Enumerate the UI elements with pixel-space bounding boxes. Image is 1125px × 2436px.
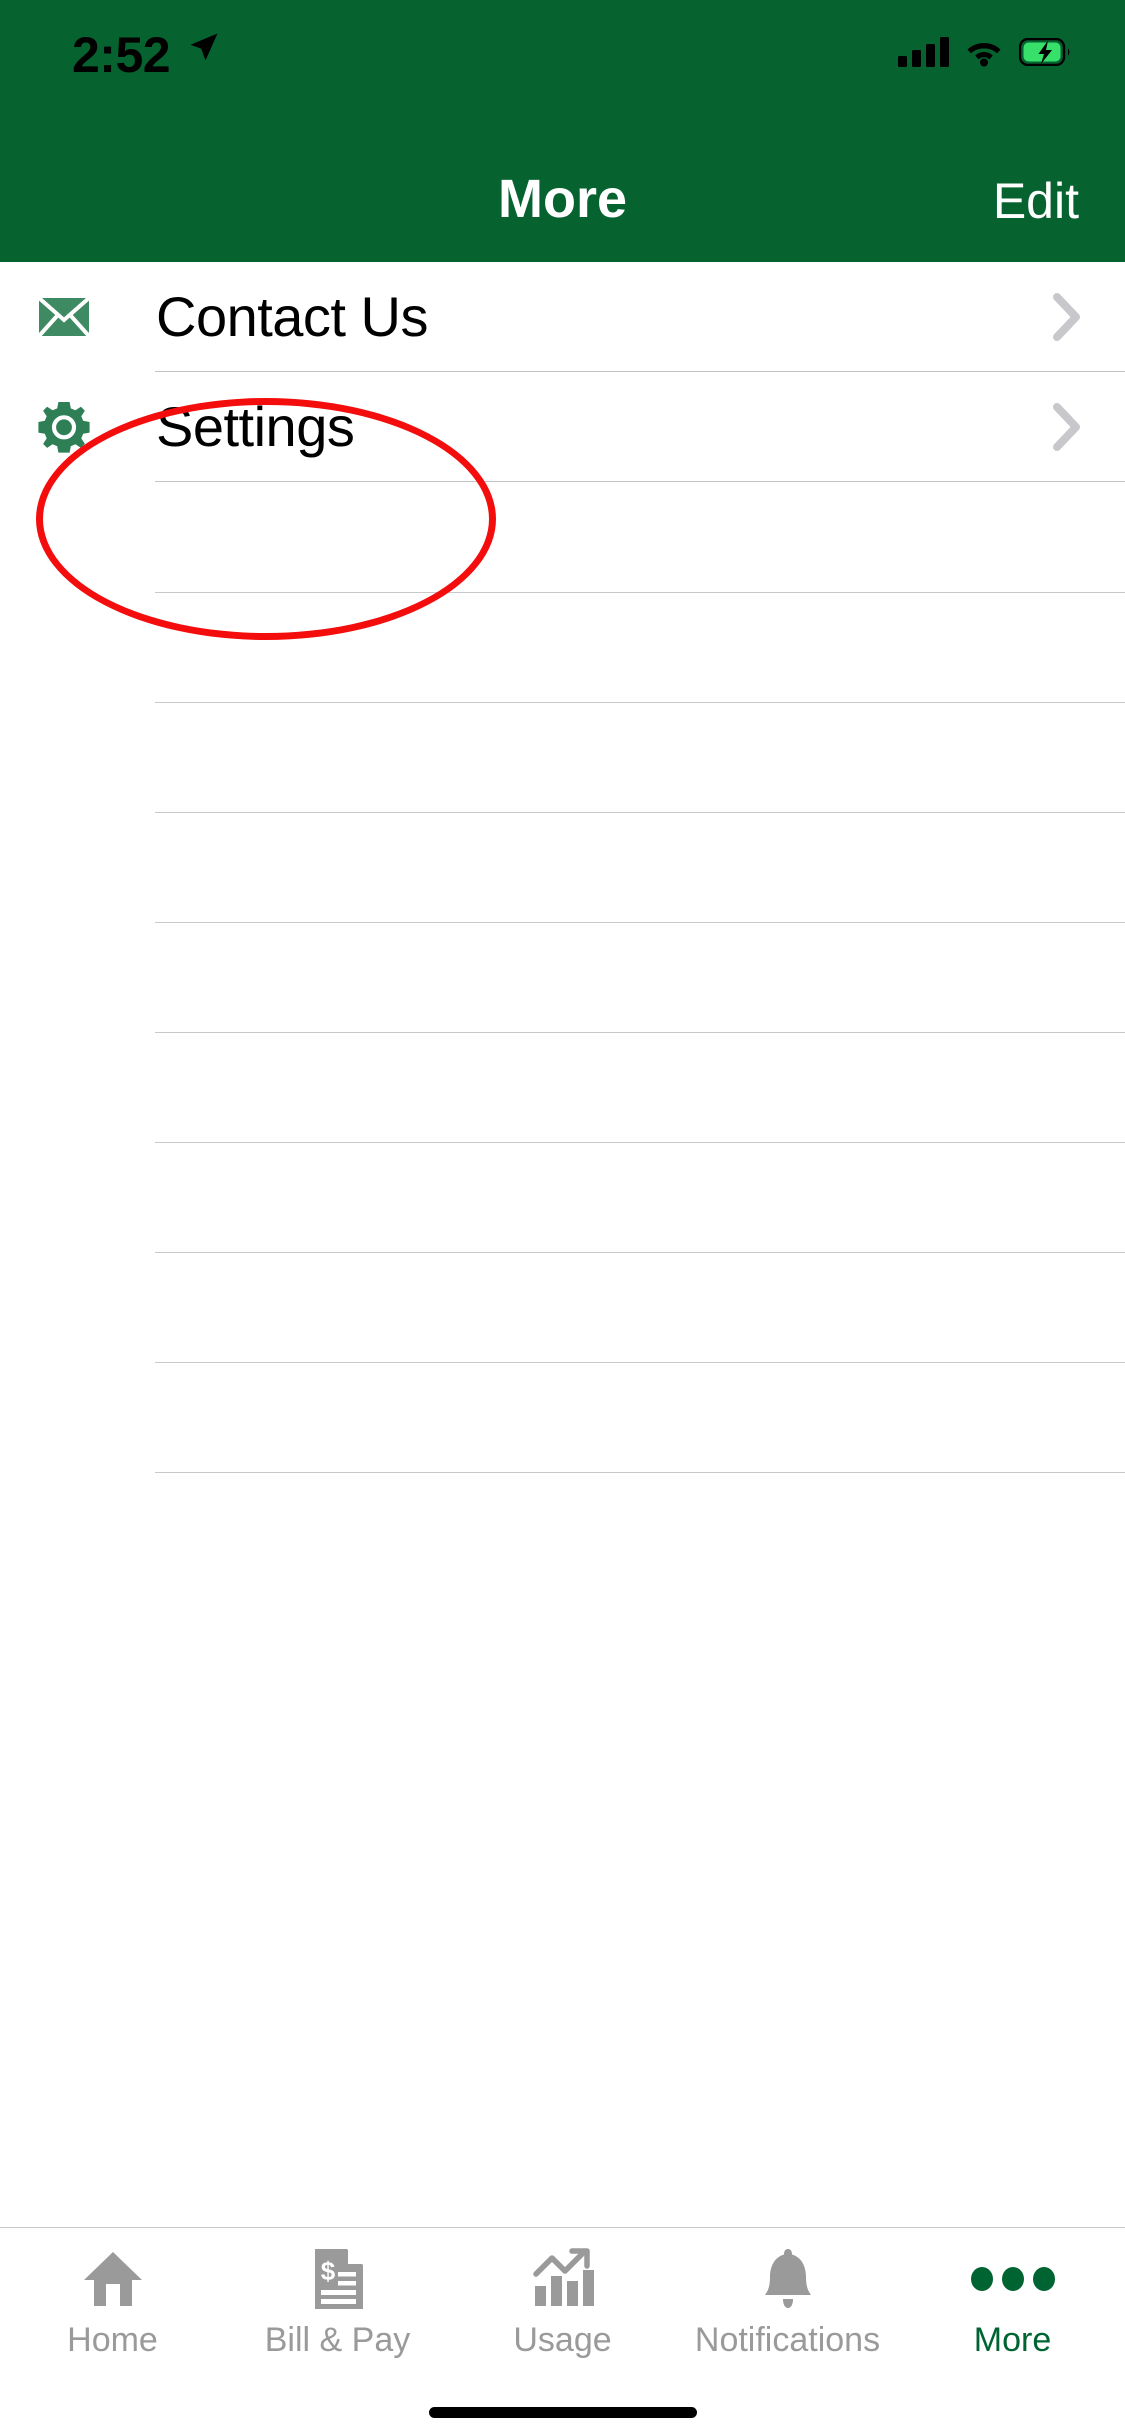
tab-usage[interactable]: Usage xyxy=(450,2228,675,2388)
page-title: More xyxy=(497,169,627,229)
status-bar-time: 2:52 xyxy=(72,27,171,83)
tab-label: More xyxy=(973,2321,1052,2359)
list-separator xyxy=(155,481,1125,482)
list-item-settings[interactable]: Settings xyxy=(0,372,1125,482)
envelope-icon xyxy=(38,296,90,338)
svg-text:$: $ xyxy=(320,2256,335,2286)
app-screen: 2:52 More Edit Contact Us Settings Home … xyxy=(0,0,1125,2436)
list-separator xyxy=(155,1362,1125,1363)
list-separator xyxy=(155,1142,1125,1143)
list-separator xyxy=(155,702,1125,703)
cellular-signal-icon xyxy=(898,37,949,67)
list-separator xyxy=(155,592,1125,593)
edit-button[interactable]: Edit xyxy=(993,172,1079,230)
list-separator xyxy=(155,812,1125,813)
tab-home[interactable]: Home xyxy=(0,2228,225,2388)
tab-label: Bill & Pay xyxy=(264,2321,411,2359)
list-item-label: Settings xyxy=(156,395,355,458)
tab-bill-and-pay[interactable]: $ Bill & Pay xyxy=(225,2228,450,2388)
home-icon xyxy=(82,2248,144,2310)
bell-icon xyxy=(757,2248,819,2310)
tab-label: Notifications xyxy=(694,2321,881,2359)
list-item-contact-us[interactable]: Contact Us xyxy=(0,262,1125,372)
status-bar-indicators xyxy=(898,32,1071,72)
navigation-header: 2:52 More Edit xyxy=(0,0,1125,262)
tab-label: Home xyxy=(67,2321,158,2359)
list-separator xyxy=(155,922,1125,923)
list-separator xyxy=(155,1472,1125,1473)
chevron-right-icon xyxy=(1053,293,1080,341)
status-bar: 2:52 xyxy=(0,0,1125,130)
bottom-tab-bar: Home $ Bill & Pay Usage Notifications Mo… xyxy=(0,2227,1125,2388)
list-item-label: Contact Us xyxy=(156,285,429,348)
list-separator xyxy=(155,1032,1125,1033)
chevron-right-icon xyxy=(1053,403,1080,451)
bar-chart-arrow-icon xyxy=(532,2248,594,2310)
battery-charging-icon xyxy=(1019,38,1070,66)
more-menu-list: Contact Us Settings xyxy=(0,262,1125,2388)
list-separator xyxy=(155,1252,1125,1253)
home-indicator-bar xyxy=(428,2407,697,2418)
wifi-icon xyxy=(967,43,1001,67)
invoice-dollar-icon: $ xyxy=(307,2248,369,2310)
ellipsis-icon xyxy=(970,2248,1055,2310)
location-arrow-icon xyxy=(190,33,218,61)
gear-icon xyxy=(38,402,90,453)
tab-notifications[interactable]: Notifications xyxy=(675,2228,900,2388)
tab-more[interactable]: More xyxy=(900,2228,1125,2388)
tab-label: Usage xyxy=(513,2321,612,2359)
